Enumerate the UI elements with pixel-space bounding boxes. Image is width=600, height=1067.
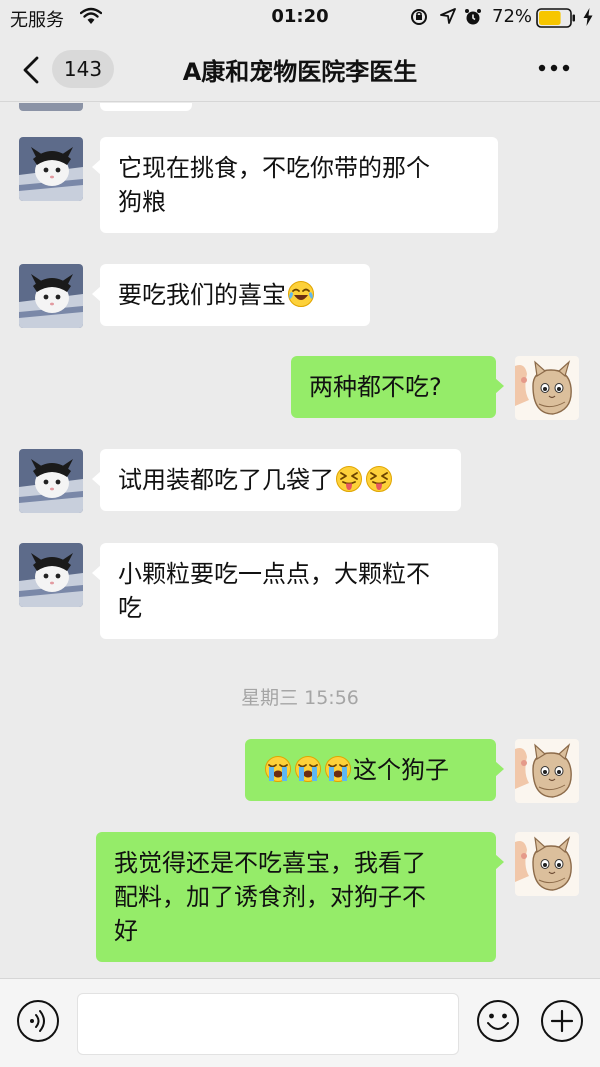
message-bubble[interactable]: 试用装都吃了几袋了 bbox=[92, 449, 461, 511]
chat-title: A康和宠物医院李医生 bbox=[182, 58, 418, 86]
message-text: 两种都不吃? bbox=[309, 373, 442, 401]
message-text: 吃 bbox=[118, 594, 142, 622]
my-avatar[interactable] bbox=[515, 832, 579, 896]
squinting-tongue-emoji bbox=[336, 466, 362, 492]
message-text: 它现在挑食，不吃你带的那个 bbox=[118, 154, 430, 182]
battery-icon bbox=[536, 8, 575, 28]
alarm-icon bbox=[465, 9, 481, 25]
message-bubble[interactable]: 它现在挑食，不吃你带的那个 狗粮 bbox=[92, 137, 498, 233]
message-bubble[interactable]: 两种都不吃? bbox=[291, 356, 504, 418]
message-bubble[interactable]: 小颗粒要吃一点点，大颗粒不 吃 bbox=[92, 543, 498, 639]
message-text: 狗粮 bbox=[118, 188, 166, 216]
my-avatar[interactable] bbox=[515, 356, 579, 420]
tears-of-joy-emoji bbox=[288, 281, 314, 307]
message-text: 试用装都吃了几袋了 bbox=[118, 466, 334, 494]
cartoon-cat-icon bbox=[515, 832, 579, 896]
message-input[interactable] bbox=[77, 993, 459, 1055]
cat-photo-icon bbox=[19, 543, 83, 607]
cartoon-cat-icon bbox=[515, 356, 579, 420]
message-text: 配料，加了诱食剂，对狗子不 bbox=[114, 883, 426, 911]
cat-photo-icon bbox=[19, 137, 83, 201]
message-text: 我觉得还是不吃喜宝，我看了 bbox=[114, 849, 426, 877]
cut-off-bubble bbox=[100, 103, 192, 111]
doctor-avatar[interactable] bbox=[19, 543, 83, 607]
location-icon bbox=[440, 8, 456, 24]
emoji-icon[interactable] bbox=[476, 999, 520, 1043]
message-bubble[interactable]: 这个狗子 bbox=[245, 739, 504, 801]
doctor-avatar[interactable] bbox=[19, 137, 83, 201]
message-bubble[interactable]: 要吃我们的喜宝 bbox=[92, 264, 370, 326]
my-avatar[interactable] bbox=[515, 739, 579, 803]
loudly-crying-emoji bbox=[325, 756, 351, 782]
charging-icon bbox=[583, 8, 593, 26]
message-list[interactable]: 它现在挑食，不吃你带的那个 狗粮 要吃我们的喜宝 两种都不吃? 试用装都吃了几袋… bbox=[0, 103, 600, 978]
loudly-crying-emoji bbox=[265, 756, 291, 782]
back-button[interactable]: 143 bbox=[18, 50, 118, 90]
message-text: 好 bbox=[114, 917, 138, 945]
cartoon-cat-icon bbox=[515, 739, 579, 803]
message-text: 这个狗子 bbox=[353, 756, 449, 784]
time-divider: 星期三 15:56 bbox=[241, 687, 359, 709]
back-chevron-icon bbox=[23, 56, 39, 84]
voice-icon[interactable] bbox=[16, 999, 60, 1043]
cat-photo-icon bbox=[19, 264, 83, 328]
message-text: 要吃我们的喜宝 bbox=[118, 281, 286, 309]
squinting-tongue-emoji bbox=[366, 466, 392, 492]
message-bubble[interactable]: 我觉得还是不吃喜宝，我看了 配料，加了诱食剂，对狗子不 好 bbox=[96, 832, 504, 962]
more-icon[interactable] bbox=[536, 62, 572, 74]
doctor-avatar[interactable] bbox=[19, 264, 83, 328]
plus-icon[interactable] bbox=[540, 999, 584, 1043]
cut-off-avatar bbox=[19, 103, 83, 111]
cat-photo-icon bbox=[19, 449, 83, 513]
rotation-lock-icon bbox=[411, 9, 427, 25]
loudly-crying-emoji bbox=[295, 756, 321, 782]
input-bar bbox=[0, 978, 600, 1067]
status-bar: 无服务 01:20 72% bbox=[0, 0, 600, 36]
chat-header: 143 A康和宠物医院李医生 bbox=[0, 36, 600, 102]
unread-count-badge: 143 bbox=[52, 50, 114, 88]
doctor-avatar[interactable] bbox=[19, 449, 83, 513]
battery-percent: 72% bbox=[492, 6, 533, 27]
message-text: 小颗粒要吃一点点，大颗粒不 bbox=[118, 560, 430, 588]
